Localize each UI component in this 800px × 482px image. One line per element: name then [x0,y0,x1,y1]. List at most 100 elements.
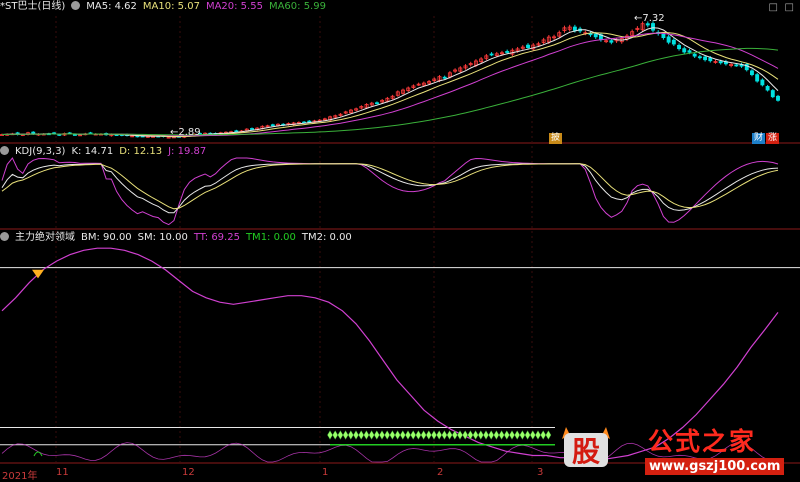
x-label-12: 12 [182,467,195,478]
candle-body [734,64,739,67]
buy-signal-diamond [415,430,422,440]
d-legend: D: 12.13 [119,146,163,157]
watermark-seal-icon: 股 [562,427,610,468]
j-line [1,157,779,226]
buy-signal-diamond [535,430,541,440]
candle-body [270,124,275,127]
indicator-settings-icon[interactable] [0,232,9,241]
tag-pi[interactable]: 披 [549,133,563,144]
ma10-line [1,31,779,137]
price-moving-averages [1,27,779,138]
buy-signal-diamond [368,430,375,440]
buy-signal-diamond [337,430,344,440]
buy-signal-diamond [436,430,443,440]
k-line [1,163,779,214]
candle-body [651,23,655,31]
buy-signal-diamond [503,430,510,440]
buy-signal-diamond [441,430,448,440]
buy-signal-diamond [446,430,453,440]
candle-body [505,51,510,53]
bm-legend: BM: 90.00 [81,232,132,243]
candle-body [755,74,760,82]
watermark-title: 公式之家 [648,427,757,456]
candle-body [765,86,770,91]
tm1-legend: TM1: 0.00 [245,232,296,243]
buy-signal-diamond [379,430,385,440]
candle-body [760,79,765,86]
panel-corner-left[interactable]: □ [769,2,778,13]
candle-body [666,36,671,43]
candle-body [250,128,254,130]
low-marker: ←2.89 [170,127,201,138]
x-label-1: 1 [322,467,329,478]
candle-body [703,56,708,61]
candle-body [692,53,697,57]
ma60-legend: MA60: 5.99 [268,1,326,12]
candle-body [682,48,687,53]
buy-signal-diamond [498,430,505,440]
ma10-legend: MA10: 5.07 [142,1,200,12]
d-line [1,163,779,210]
k-legend: K: 14.71 [71,146,114,157]
watermark-url: www.gszj100.com [645,458,785,475]
buy-signal-diamond [405,430,411,440]
buy-signal-diamond [529,430,536,440]
stock-title[interactable]: *ST巴士(日线) [0,1,65,12]
candle-body [375,102,379,105]
kdj-title[interactable]: KDJ(9,3,3) [15,146,65,157]
candle-body [442,76,447,79]
ma20-legend: MA20: 5.55 [205,1,263,12]
x-label-2: 2 [437,467,444,478]
candle-body [572,26,577,31]
kdj-settings-icon[interactable] [0,146,9,155]
buy-signal-diamond [410,430,417,440]
buy-signal-diamond [347,430,354,440]
candle-body [770,90,775,98]
panel-corner-right[interactable]: □ [785,2,794,13]
price-candlestick-series [0,21,780,139]
buy-signal-diamond [509,430,515,440]
buy-signal-diamond [514,430,521,440]
candle-body [687,50,692,53]
x-label-2021: 2021年 [2,471,38,482]
buy-signal-diamond [332,430,339,440]
buy-signal-diamond [493,430,500,440]
candle-body [609,40,614,43]
price-legend: *ST巴士(日线) MA5: 4.62 MA10: 5.07 MA20: 5.55 MA… [0,0,332,14]
candle-body [671,39,676,45]
buy-signal-diamond [353,430,359,440]
tm2-legend: TM2: 0.00 [301,232,352,243]
candle-body [593,33,598,38]
indicator-title[interactable]: 主力绝对领域 [15,232,75,243]
buy-signal-diamond [399,430,406,440]
buy-signal-diamond [488,430,495,440]
buy-signal-diamond [462,430,469,440]
buy-signal-diamond [384,430,391,440]
sm-legend: SM: 10.00 [137,232,188,243]
tag-zhang[interactable]: 涨 [766,133,780,144]
buy-signal-diamond [431,430,437,440]
high-marker-value: 7.32 [642,13,665,24]
buy-signal-diamond [457,430,463,440]
buy-signal-diamond [477,430,484,440]
ma60-line [1,47,779,136]
buy-signal-diamond [483,430,489,440]
buy-signal-diamond [519,430,526,440]
ma20-line [1,32,779,137]
tt-legend: TT: 69.25 [193,232,240,243]
candle-body [708,57,713,62]
buy-signal-diamond [342,430,349,440]
buy-signal-diamond [545,430,552,440]
buy-signal-diamond [389,430,396,440]
settings-icon[interactable] [71,1,81,10]
x-label-11: 11 [56,467,69,478]
candle-body [750,70,754,76]
buy-signal-diamond [363,430,370,440]
x-label-3: 3 [537,467,544,478]
j-legend: J: 19.87 [168,146,207,157]
tag-cai[interactable]: 财 [752,133,766,144]
kdj-legend: KDJ(9,3,3) K: 14.71 D: 12.13 J: 19.87 [0,145,212,159]
candle-body [526,44,530,49]
candle-body [697,56,702,59]
buy-signal-diamond [540,430,547,440]
